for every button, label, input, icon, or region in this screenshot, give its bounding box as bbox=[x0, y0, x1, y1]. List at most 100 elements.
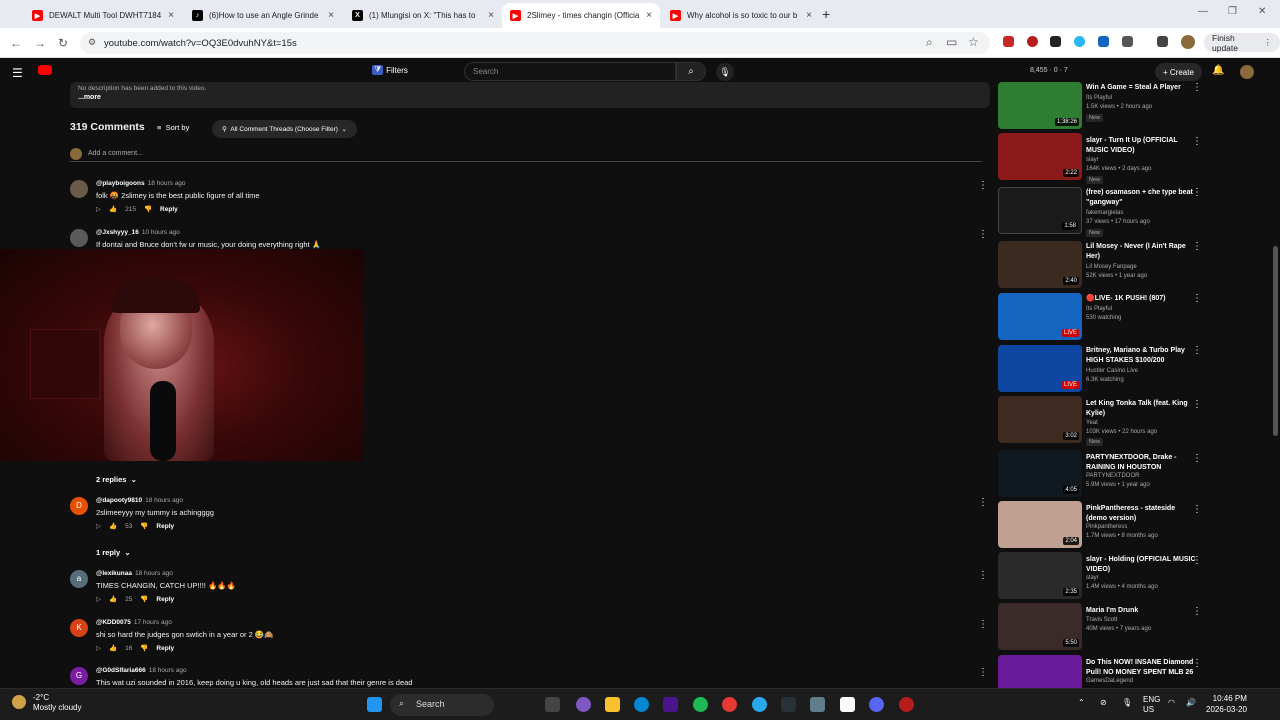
browser-tab-2[interactable]: ♪ (6)How to use an Angle Grinde × bbox=[184, 3, 342, 28]
recommended-video[interactable]: Do This NOW! INSANE Diamond Pull! NO MON… bbox=[998, 655, 1270, 688]
video-title[interactable]: Lil Mosey - Never (I Ain't Rape Her) bbox=[1086, 242, 1196, 262]
video-title[interactable]: slayr - Turn It Up (OFFICIAL MUSIC VIDEO… bbox=[1086, 136, 1196, 156]
more-options-icon[interactable]: ⋮ bbox=[1192, 136, 1202, 147]
file-explorer-icon[interactable] bbox=[605, 697, 620, 712]
forward-icon[interactable]: → bbox=[34, 36, 46, 50]
cast-icon[interactable]: ▭ bbox=[946, 35, 957, 49]
close-icon[interactable]: × bbox=[806, 10, 812, 21]
spotify-icon[interactable] bbox=[693, 697, 708, 712]
channel-name[interactable]: Hustler Casino Live bbox=[1086, 368, 1138, 374]
comment-time[interactable]: 18 hours ago bbox=[148, 180, 186, 187]
more-options-icon[interactable]: ⋮ bbox=[1192, 606, 1202, 617]
video-thumbnail[interactable]: 1:58 bbox=[998, 187, 1082, 234]
app-icon[interactable] bbox=[840, 697, 855, 712]
comment-author[interactable]: @dapooty9810 bbox=[96, 497, 142, 504]
page-scrollbar[interactable] bbox=[1271, 58, 1280, 688]
microphone-icon[interactable]: 🎙 bbox=[716, 63, 734, 81]
account-avatar[interactable] bbox=[1240, 65, 1254, 79]
channel-name[interactable]: Yeat bbox=[1086, 420, 1098, 426]
channel-name[interactable]: fakemargielas bbox=[1086, 210, 1123, 216]
commenter-avatar[interactable]: a bbox=[70, 570, 88, 588]
scrollbar-thumb[interactable] bbox=[1273, 246, 1278, 436]
comment-time[interactable]: 18 hours ago bbox=[145, 497, 183, 504]
new-tab-button[interactable]: + bbox=[822, 6, 830, 22]
video-title[interactable]: PinkPantheress - stateside (demo version… bbox=[1086, 504, 1196, 524]
notifications-bell-icon[interactable]: 🔔 bbox=[1212, 65, 1224, 76]
recommended-video[interactable]: LIVE Britney, Mariano & Turbo Play HIGH … bbox=[998, 345, 1270, 395]
recommended-video[interactable]: 1:58 (free) osamason + che type beat "ga… bbox=[998, 187, 1270, 237]
video-title[interactable]: Do This NOW! INSANE Diamond Pull! NO MON… bbox=[1086, 658, 1196, 678]
more-options-icon[interactable]: ⋮ bbox=[978, 667, 988, 678]
telegram-icon[interactable] bbox=[752, 697, 767, 712]
edge-icon[interactable] bbox=[634, 697, 649, 712]
extensions-puzzle-icon[interactable] bbox=[1122, 36, 1133, 47]
channel-name[interactable]: Lil Mosey Fanpage bbox=[1086, 264, 1137, 270]
dislike-icon[interactable]: 👎 bbox=[140, 522, 148, 530]
recommended-video[interactable]: 3:02 Let King Tonka Talk (feat. King Kyl… bbox=[998, 396, 1270, 446]
more-options-icon[interactable]: ⋮ bbox=[1192, 399, 1202, 410]
mic-tray-icon[interactable]: 🎙 bbox=[1122, 698, 1132, 707]
browser-tab-1[interactable]: ▶ DEWALT Multi Tool DWHT7184 × bbox=[24, 3, 182, 28]
chevron-up-icon[interactable]: ⌃ bbox=[1078, 698, 1085, 707]
reply-button[interactable]: Reply bbox=[160, 206, 178, 213]
more-options-icon[interactable]: ⋮ bbox=[1192, 658, 1202, 669]
close-icon[interactable]: × bbox=[646, 10, 652, 21]
channel-name[interactable]: GamesDaLegend bbox=[1086, 678, 1133, 684]
channel-name[interactable]: Its Playful bbox=[1086, 95, 1112, 101]
copilot-icon[interactable] bbox=[576, 697, 591, 712]
volume-icon[interactable]: 🔊 bbox=[1186, 698, 1196, 707]
video-title[interactable]: 🔴LIVE- 1K PUSH! (807) bbox=[1086, 294, 1196, 304]
site-info-icon[interactable]: ⚙ bbox=[88, 37, 96, 48]
menu-icon[interactable]: ☰ bbox=[12, 66, 23, 80]
view-replies-button[interactable]: 2 replies ⌄ bbox=[96, 475, 137, 484]
more-options-icon[interactable]: ⋮ bbox=[1192, 187, 1202, 198]
more-options-icon[interactable]: ⋮ bbox=[978, 619, 988, 630]
recommended-video[interactable]: 2:04 PinkPantheress - stateside (demo ve… bbox=[998, 501, 1270, 551]
extension-icon[interactable] bbox=[1074, 36, 1085, 47]
view-replies-button[interactable]: 1 reply ⌄ bbox=[96, 548, 131, 557]
recommended-video[interactable]: 1:38:26 Win A Game = Steal A Player Its … bbox=[998, 82, 1270, 132]
video-thumbnail[interactable]: 2:35 bbox=[998, 552, 1082, 599]
recommended-video[interactable]: 5:50 Maria I'm Drunk Travis Scott 40M vi… bbox=[998, 603, 1270, 653]
chrome-icon[interactable] bbox=[722, 697, 737, 712]
taskbar-search[interactable]: ⌕ Search bbox=[390, 694, 494, 716]
close-window-icon[interactable]: ✕ bbox=[1258, 6, 1266, 17]
recommended-video[interactable]: 2:22 slayr - Turn It Up (OFFICIAL MUSIC … bbox=[998, 133, 1270, 184]
like-icon[interactable]: 👍 bbox=[109, 644, 117, 652]
weather-widget[interactable]: -2°C Mostly cloudy bbox=[12, 693, 81, 713]
tab-search-icon[interactable] bbox=[1157, 36, 1168, 47]
comment-author[interactable]: @lexikunaa bbox=[96, 570, 132, 577]
bookmark-star-icon[interactable]: ☆ bbox=[968, 35, 979, 49]
reply-button[interactable]: Reply bbox=[156, 596, 174, 603]
maximize-icon[interactable]: ❐ bbox=[1228, 6, 1237, 17]
video-thumbnail[interactable]: LIVE bbox=[998, 293, 1082, 340]
language-indicator[interactable]: ENG US bbox=[1143, 695, 1160, 715]
settings-gear-icon[interactable] bbox=[810, 697, 825, 712]
extension-icon[interactable] bbox=[1027, 36, 1038, 47]
more-options-icon[interactable]: ⋮ bbox=[1192, 504, 1202, 515]
video-description[interactable]: No description has been added to this vi… bbox=[70, 82, 990, 108]
browser-tab-3[interactable]: X (1) Mlungisi on X: "This has to × bbox=[344, 3, 502, 28]
comment-author[interactable]: @KDD0075 bbox=[96, 619, 131, 626]
comment-filter-dropdown[interactable]: ⚲ All Comment Threads (Choose Filter) ⌄ bbox=[212, 120, 357, 138]
more-options-icon[interactable]: ⋮ bbox=[978, 229, 988, 240]
search-input[interactable]: Search bbox=[464, 62, 676, 81]
network-icon[interactable]: ⊘ bbox=[1100, 698, 1107, 707]
recommended-video[interactable]: 2:35 slayr - Holding (OFFICIAL MUSIC VID… bbox=[998, 552, 1270, 602]
video-thumbnail[interactable]: 4:05 bbox=[998, 450, 1082, 497]
app-icon[interactable] bbox=[663, 697, 678, 712]
search-icon[interactable]: ⌕ bbox=[676, 62, 706, 81]
close-icon[interactable]: × bbox=[328, 10, 334, 21]
play-icon[interactable]: ▷ bbox=[96, 644, 101, 652]
add-comment-input[interactable]: Add a comment... bbox=[70, 148, 982, 162]
channel-name[interactable]: slayr bbox=[1086, 575, 1099, 581]
channel-name[interactable]: PARTYNEXTDOOR bbox=[1086, 473, 1139, 479]
channel-name[interactable]: slayr bbox=[1086, 157, 1099, 163]
recommended-video[interactable]: LIVE 🔴LIVE- 1K PUSH! (807) Its Playful 5… bbox=[998, 293, 1270, 343]
video-title[interactable]: Britney, Mariano & Turbo Play HIGH STAKE… bbox=[1086, 346, 1196, 366]
back-icon[interactable]: ← bbox=[10, 36, 22, 50]
more-options-icon[interactable]: ⋮ bbox=[1192, 345, 1202, 356]
more-options-icon[interactable]: ⋮ bbox=[1192, 555, 1202, 566]
reload-icon[interactable]: ↻ bbox=[58, 36, 68, 50]
video-title[interactable]: Maria I'm Drunk bbox=[1086, 606, 1196, 616]
